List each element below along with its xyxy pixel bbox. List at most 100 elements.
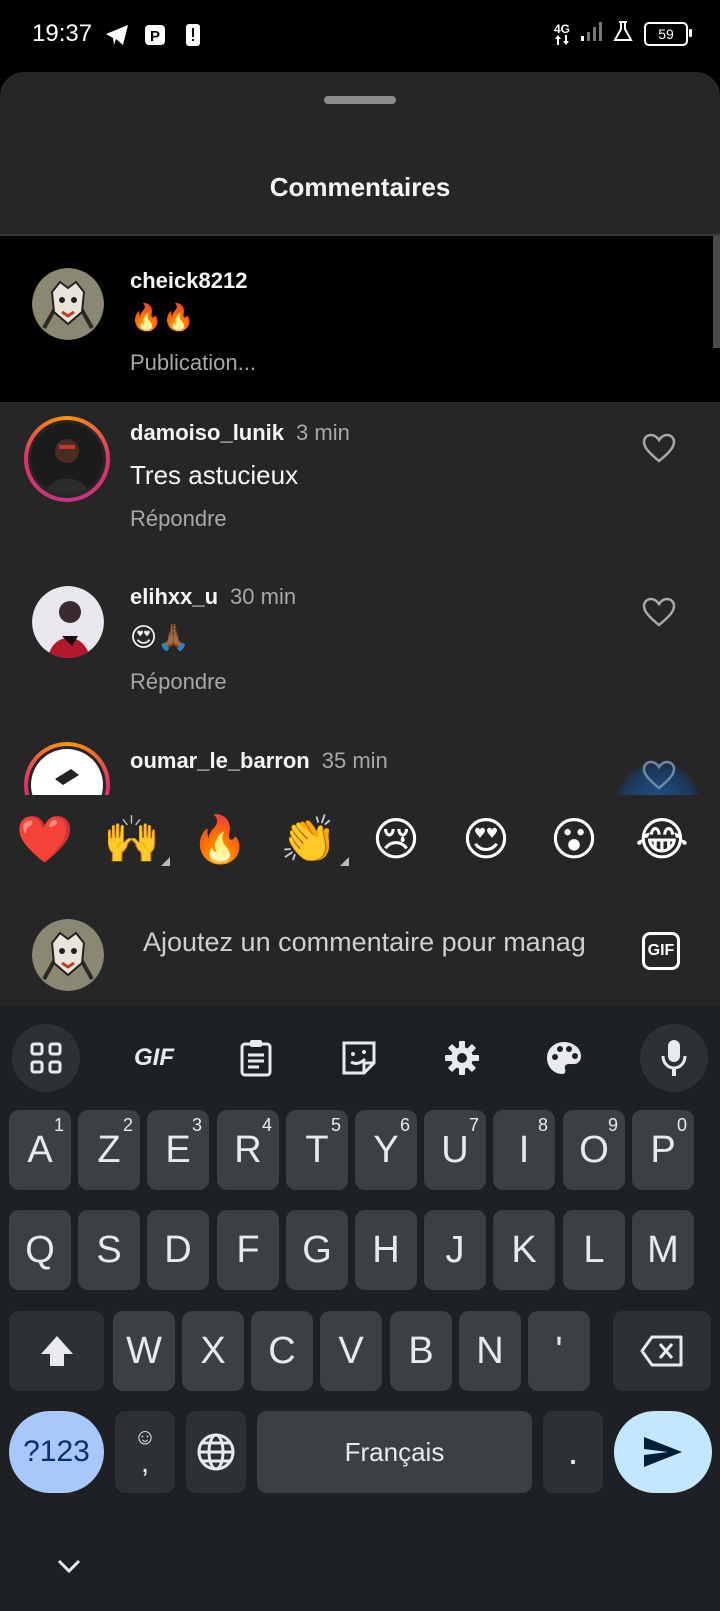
- send-key[interactable]: [614, 1411, 712, 1493]
- variant-indicator: [161, 857, 170, 866]
- shift-key[interactable]: [9, 1311, 104, 1391]
- palette-icon[interactable]: [536, 1030, 592, 1086]
- spacebar[interactable]: Français: [257, 1411, 532, 1493]
- key-b[interactable]: B: [390, 1311, 452, 1391]
- emoji-heart-eyes[interactable]: 😍: [456, 809, 516, 869]
- telegram-icon: [104, 22, 130, 48]
- emoji-raised-hands[interactable]: 🙌: [102, 809, 162, 869]
- key-y[interactable]: Y6: [355, 1110, 417, 1190]
- send-arrow-icon: [644, 1437, 682, 1467]
- post-caption: cheick8212 🔥🔥 Publication...: [0, 236, 720, 402]
- key-x[interactable]: X: [182, 1311, 244, 1391]
- data-arrows-icon: [554, 34, 569, 45]
- hide-keyboard-chevron-icon[interactable]: [54, 1555, 84, 1577]
- scrollbar[interactable]: [713, 236, 720, 348]
- comment-time: 3 min: [296, 420, 350, 445]
- comment-text: Tres astucieux: [130, 460, 299, 490]
- backspace-icon: [640, 1335, 683, 1367]
- key-d[interactable]: D: [147, 1210, 209, 1290]
- app-p-icon: P: [142, 22, 168, 48]
- key-u[interactable]: U7: [424, 1110, 486, 1190]
- key-g[interactable]: G: [286, 1210, 348, 1290]
- avatar[interactable]: [32, 586, 104, 658]
- signal-icon: [580, 20, 602, 47]
- key-m[interactable]: M: [632, 1210, 694, 1290]
- backspace-key[interactable]: [613, 1311, 711, 1391]
- battery-indicator: 59: [644, 21, 692, 46]
- comment-time: 30 min: [230, 584, 297, 609]
- sticker-icon[interactable]: [331, 1030, 387, 1086]
- key-r[interactable]: R4: [217, 1110, 279, 1190]
- svg-text:P: P: [150, 28, 160, 45]
- notification-icons: P: [104, 22, 206, 48]
- key-f[interactable]: F: [217, 1210, 279, 1290]
- reply-button[interactable]: Répondre: [130, 669, 227, 695]
- emoji-clap[interactable]: 👏: [279, 809, 339, 869]
- clipboard-icon[interactable]: [228, 1030, 284, 1086]
- keyboard: GIF A1 Z2 E3 R4 T5 Y6 U7 I8 O9 P0 Q S D …: [0, 1006, 720, 1611]
- microphone-icon[interactable]: [640, 1024, 708, 1092]
- flask-icon: [612, 20, 634, 47]
- my-avatar: [32, 919, 104, 991]
- settings-gear-icon[interactable]: [434, 1030, 490, 1086]
- key-w[interactable]: W: [113, 1311, 175, 1391]
- comment-username[interactable]: elihxx_u 30 min: [130, 584, 296, 610]
- caption-status: Publication...: [130, 350, 256, 375]
- key-apostrophe[interactable]: ': [528, 1311, 590, 1391]
- emoji-cry[interactable]: 😢: [366, 809, 426, 869]
- key-s[interactable]: S: [78, 1210, 140, 1290]
- comment-username[interactable]: damoiso_lunik 3 min: [130, 420, 350, 446]
- emoji-fire[interactable]: 🔥: [190, 809, 250, 869]
- symbols-key[interactable]: ?123: [9, 1411, 104, 1493]
- key-o[interactable]: O9: [563, 1110, 625, 1190]
- language-key[interactable]: [186, 1411, 246, 1493]
- reply-button[interactable]: Répondre: [130, 506, 227, 532]
- avatar[interactable]: [32, 268, 104, 340]
- story-ring[interactable]: [24, 416, 110, 502]
- system-icons: 4G 59: [554, 20, 692, 47]
- comment-text: 😍🙏🏾: [130, 622, 190, 652]
- apps-grid-icon[interactable]: [12, 1024, 80, 1092]
- comment-time: 35 min: [321, 748, 388, 773]
- key-e[interactable]: E3: [147, 1110, 209, 1190]
- key-p[interactable]: P0: [632, 1110, 694, 1190]
- key-t[interactable]: T5: [286, 1110, 348, 1190]
- caption-text: 🔥🔥: [130, 302, 195, 332]
- smiley-icon: ☺: [133, 1424, 157, 1449]
- comment-composer: Ajoutez un commentaire pour manag GIF: [0, 885, 720, 1006]
- comment-username[interactable]: oumar_le_barron 35 min: [130, 748, 388, 774]
- emoji-joy[interactable]: 😂: [632, 809, 692, 869]
- key-j[interactable]: J: [424, 1210, 486, 1290]
- key-k[interactable]: K: [493, 1210, 555, 1290]
- comment-input[interactable]: Ajoutez un commentaire pour manag: [143, 927, 608, 958]
- period-key[interactable]: .: [543, 1411, 603, 1493]
- status-time: 19:37: [32, 20, 93, 47]
- caption-username[interactable]: cheick8212: [130, 268, 247, 294]
- drag-handle[interactable]: [324, 96, 396, 104]
- emoji-heart[interactable]: ❤️: [15, 809, 75, 869]
- key-c[interactable]: C: [251, 1311, 313, 1391]
- shift-arrow-icon: [40, 1336, 73, 1366]
- emoji-reaction-bar: ❤️ 🙌 🔥 👏 😢 😍 😮 😂: [0, 795, 720, 885]
- like-heart-icon[interactable]: [642, 597, 676, 627]
- gif-button[interactable]: GIF: [642, 932, 680, 970]
- gif-key[interactable]: GIF: [124, 1030, 184, 1086]
- key-h[interactable]: H: [355, 1210, 417, 1290]
- like-heart-icon[interactable]: [642, 760, 676, 790]
- key-a[interactable]: A1: [9, 1110, 71, 1190]
- key-z[interactable]: Z2: [78, 1110, 140, 1190]
- status-bar: 19:37 P 4G 59: [0, 0, 720, 72]
- avatar: [31, 423, 103, 495]
- key-n[interactable]: N: [459, 1311, 521, 1391]
- network-type: 4G: [554, 23, 570, 45]
- key-v[interactable]: V: [320, 1311, 382, 1391]
- variant-indicator: [340, 857, 349, 866]
- key-i[interactable]: I8: [493, 1110, 555, 1190]
- phone-alert-icon: [180, 22, 206, 48]
- emoji-comma-key[interactable]: ☺ ,: [115, 1411, 175, 1493]
- like-heart-icon[interactable]: [642, 433, 676, 463]
- emoji-astonished[interactable]: 😮: [544, 809, 604, 869]
- key-q[interactable]: Q: [9, 1210, 71, 1290]
- sheet-title: Commentaires: [269, 172, 451, 202]
- key-l[interactable]: L: [563, 1210, 625, 1290]
